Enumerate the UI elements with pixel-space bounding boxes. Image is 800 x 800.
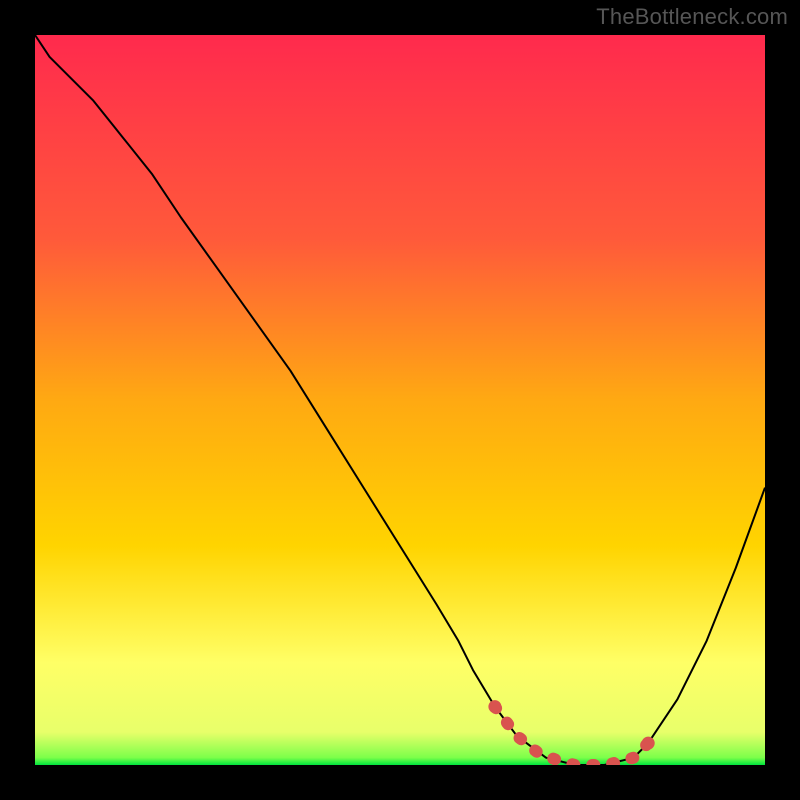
attribution-label: TheBottleneck.com: [596, 4, 788, 30]
chart-container: TheBottleneck.com: [0, 0, 800, 800]
optimal-range-endcap: [642, 737, 655, 750]
plot-area: [35, 35, 765, 765]
gradient-background: [35, 35, 765, 765]
optimal-range-endcap: [488, 700, 501, 713]
chart-svg: [35, 35, 765, 765]
